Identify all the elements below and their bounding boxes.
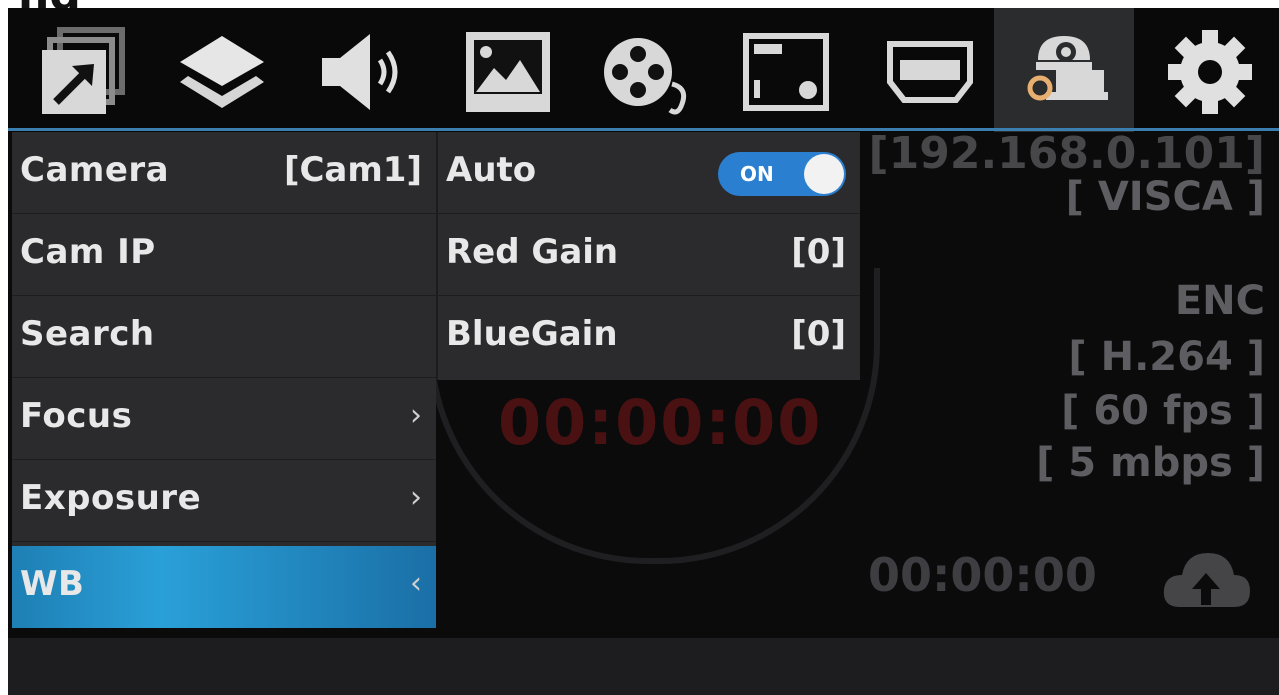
- submenu-item-red-gain[interactable]: Red Gain [0]: [438, 214, 860, 296]
- enc-label: ENC: [1174, 278, 1265, 324]
- record-timer: 00:00:00: [498, 386, 823, 459]
- image-icon[interactable]: [454, 18, 562, 126]
- film-reel-icon[interactable]: [592, 18, 700, 126]
- chevron-left-icon: ‹: [410, 566, 422, 601]
- hdmi-icon[interactable]: [876, 18, 984, 126]
- chevron-right-icon: ›: [410, 480, 422, 515]
- camera-value: [Cam1]: [283, 150, 422, 190]
- bottom-bar: [8, 638, 1279, 695]
- blue-gain-value: [0]: [791, 314, 846, 354]
- submenu-item-auto[interactable]: Auto ON: [438, 132, 860, 214]
- stream-timer: 00:00:00: [868, 548, 1097, 602]
- camera-settings-icon[interactable]: [994, 8, 1134, 132]
- toolbar-divider: [8, 128, 1279, 131]
- submenu-item-blue-gain[interactable]: BlueGain [0]: [438, 296, 860, 378]
- menu-item-exposure[interactable]: Exposure ›: [12, 460, 436, 542]
- auto-toggle[interactable]: ON: [718, 152, 846, 196]
- export-icon[interactable]: [30, 18, 138, 126]
- protocol-label: [ VISCA ]: [1065, 174, 1265, 220]
- bitrate-label: [ 5 mbps ]: [1036, 440, 1265, 486]
- ip-address: [192.168.0.101]: [868, 128, 1265, 179]
- menu-item-cam-ip[interactable]: Cam IP: [12, 214, 436, 296]
- codec-label: [ H.264 ]: [1068, 334, 1265, 380]
- camera-menu: Camera [Cam1] Cam IP Search Focus › Expo…: [12, 132, 436, 628]
- panel-icon[interactable]: [732, 18, 840, 126]
- gear-icon[interactable]: [1156, 18, 1264, 126]
- speaker-icon[interactable]: [304, 18, 412, 126]
- menu-item-focus[interactable]: Focus ›: [12, 378, 436, 460]
- red-gain-value: [0]: [791, 232, 846, 272]
- menu-item-camera[interactable]: Camera [Cam1]: [12, 132, 436, 214]
- cloud-upload-icon[interactable]: [1158, 543, 1254, 613]
- fps-label: [ 60 fps ]: [1061, 388, 1265, 434]
- toggle-knob: [804, 154, 844, 194]
- chevron-right-icon: ›: [410, 398, 422, 433]
- device-screen: [192.168.0.101] [ VISCA ] ENC [ H.264 ] …: [8, 8, 1279, 695]
- layers-icon[interactable]: [168, 18, 276, 126]
- wb-submenu: Auto ON Red Gain [0] BlueGain [0]: [436, 132, 860, 380]
- menu-item-search[interactable]: Search: [12, 296, 436, 378]
- menu-item-wb[interactable]: WB ‹: [12, 546, 436, 628]
- toolbar: [8, 8, 1279, 132]
